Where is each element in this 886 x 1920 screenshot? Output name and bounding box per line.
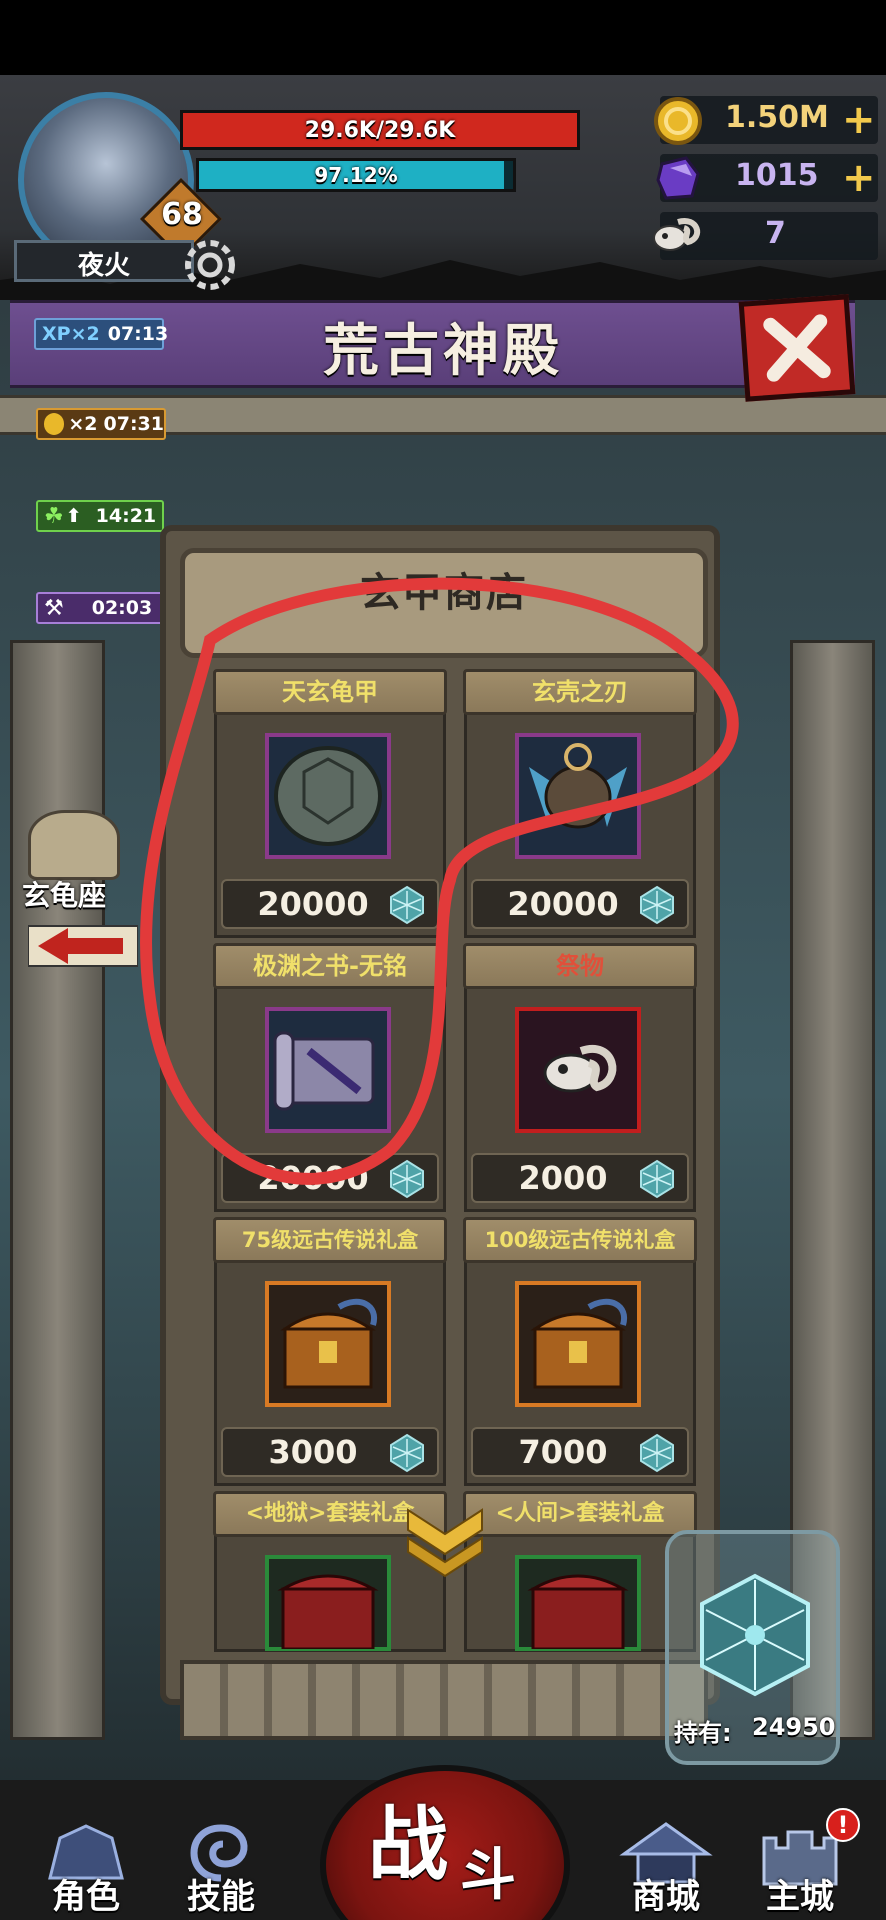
level-value: 68 (161, 197, 203, 232)
xp-boost-label: XP×2 (42, 323, 100, 345)
gold-boost-badge[interactable]: ×2 07:31 (36, 408, 166, 440)
fight-label-1: 战 (368, 1798, 448, 1891)
clover-icon: ☘ (44, 503, 64, 529)
nav-character-label: 角色 (52, 1877, 120, 1917)
nav-main-city-label: 主城 (766, 1877, 834, 1917)
red-chest-icon (527, 1574, 629, 1651)
shop-item-card[interactable]: 75级远古传说礼盒 3000 (213, 1217, 447, 1486)
gem-value: 1015 (735, 158, 819, 193)
item-frame (265, 1555, 391, 1651)
luck-boost-time: 14:21 (95, 505, 157, 527)
player-name: 夜火 (77, 251, 130, 281)
ram-skull-icon (653, 218, 701, 251)
holding-value: 24950 (752, 1713, 836, 1741)
shop-item-card[interactable]: 100级远古传说礼盒 7000 (463, 1217, 697, 1486)
gold-boost-label: ×2 (68, 413, 98, 435)
nav-skills-label: 技能 (187, 1877, 255, 1917)
red-chest-icon (277, 1574, 379, 1651)
close-icon (763, 314, 831, 382)
xp-text: 97.12% (314, 163, 398, 187)
item-frame (515, 1555, 641, 1651)
shop-item-card[interactable]: <人间>套装礼盒 (463, 1491, 697, 1652)
cyan-gem-icon (390, 1433, 424, 1473)
up-arrow-icon: ⬆ (65, 505, 82, 527)
left-column (10, 640, 105, 1740)
nav-shop-label: 商城 (632, 1877, 700, 1917)
red-circle-annotation (139, 577, 739, 1185)
panel-footer-frieze (180, 1660, 708, 1740)
price-box: 7000 (471, 1427, 689, 1477)
add-gold-button[interactable]: + (842, 100, 876, 140)
item-price: 7000 (518, 1433, 608, 1471)
close-button[interactable] (738, 294, 856, 402)
cyan-gem-icon (640, 1433, 674, 1473)
cyan-gem-large-icon (700, 1573, 810, 1697)
gold-boost-icon (44, 413, 65, 435)
main-city-alert-badge: ! (826, 1808, 860, 1842)
xp-boost-time: 07:13 (107, 323, 169, 345)
constellation-label[interactable]: 玄龟座 (22, 874, 132, 914)
skull-value: 7 (765, 216, 786, 251)
holding-label: 持有: (674, 1719, 732, 1747)
settings-gear-icon[interactable] (175, 230, 245, 300)
treasure-chest-icon (280, 1298, 378, 1389)
xp-bar: 97.12% (196, 158, 516, 192)
gold-value: 1.50M (725, 100, 829, 135)
treasure-chest-icon (530, 1298, 628, 1389)
scroll-down-chevron-icon[interactable] (400, 1500, 490, 1580)
luck-boost-badge[interactable]: ☘ ⬆ 14:21 (36, 500, 164, 532)
hammer-icon: ⚒ (44, 595, 64, 621)
item-price: 3000 (268, 1433, 358, 1471)
nav-shop-button[interactable]: 商城 (610, 1818, 722, 1918)
hp-text: 29.6K/29.6K (304, 117, 456, 143)
purple-crystal-icon (656, 156, 700, 200)
fight-label-2: 斗 (460, 1843, 516, 1908)
nav-character-button[interactable]: 角色 (30, 1818, 142, 1918)
back-arrow-icon[interactable] (28, 918, 138, 974)
price-box: 3000 (221, 1427, 439, 1477)
gold-coin-icon (654, 97, 702, 145)
constellation-statue[interactable] (28, 810, 120, 880)
item-frame (515, 1281, 641, 1407)
hp-bar: 29.6K/29.6K (180, 110, 580, 150)
xp-boost-badge[interactable]: XP×2 07:13 (34, 318, 168, 350)
item-name: <人间>套装礼盒 (463, 1491, 697, 1537)
add-gems-button[interactable]: + (842, 158, 876, 198)
nav-skills-button[interactable]: 技能 (165, 1818, 277, 1918)
gold-boost-time: 07:31 (103, 413, 164, 435)
item-frame (265, 1281, 391, 1407)
